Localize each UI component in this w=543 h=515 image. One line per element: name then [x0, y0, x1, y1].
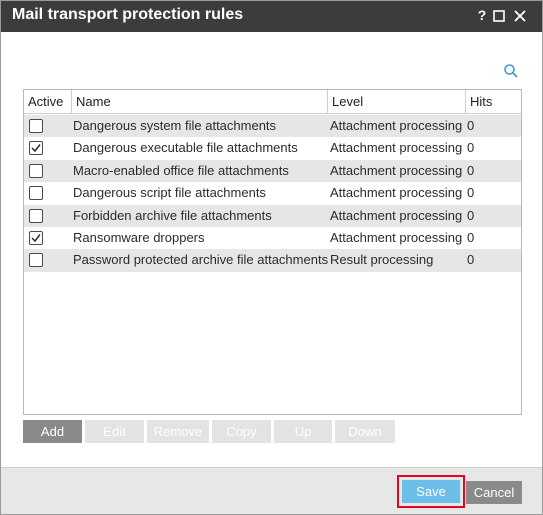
- help-icon[interactable]: ?: [474, 7, 490, 25]
- cancel-button[interactable]: Cancel: [466, 481, 522, 504]
- rule-hits: 0: [467, 140, 475, 156]
- rule-level: Result processing: [330, 252, 434, 268]
- rule-name: Dangerous system file attachments: [73, 118, 277, 133]
- table-row[interactable]: Forbidden archive file attachments Attac…: [24, 204, 521, 227]
- save-button[interactable]: Save: [402, 480, 460, 503]
- rule-level: Attachment processing: [330, 185, 463, 201]
- rule-level: Attachment processing: [330, 118, 463, 133]
- save-highlight-box: Save: [397, 475, 465, 508]
- edit-button[interactable]: Edit: [85, 420, 144, 443]
- down-button[interactable]: Down: [335, 420, 395, 443]
- rule-level: Attachment processing: [330, 140, 463, 156]
- table-row[interactable]: Dangerous executable file attachments At…: [24, 137, 521, 159]
- mail-transport-rules-dialog: Mail transport protection rules ? Active…: [0, 0, 543, 515]
- rule-name: Password protected archive file attachme…: [73, 252, 328, 268]
- rule-name: Macro-enabled office file attachments: [73, 162, 289, 178]
- rule-level: Attachment processing: [330, 207, 463, 223]
- active-checkbox[interactable]: [29, 119, 43, 133]
- table-header: Active Name Level Hits: [24, 90, 521, 114]
- active-checkbox[interactable]: [29, 253, 43, 268]
- rule-level: Attachment processing: [330, 162, 463, 178]
- active-checkbox[interactable]: [29, 163, 43, 178]
- active-checkbox[interactable]: [29, 186, 43, 201]
- maximize-icon[interactable]: [492, 7, 508, 25]
- dialog-footer: Save Cancel: [1, 467, 542, 514]
- rule-name: Ransomware droppers: [73, 229, 205, 245]
- table-row[interactable]: Dangerous system file attachments Attach…: [24, 115, 521, 138]
- table-row[interactable]: Dangerous script file attachments Attach…: [24, 182, 521, 204]
- column-header-name[interactable]: Name: [72, 90, 328, 114]
- rule-hits: 0: [467, 185, 475, 201]
- rule-name: Dangerous executable file attachments: [73, 140, 298, 156]
- table-row[interactable]: Password protected archive file attachme…: [24, 249, 521, 272]
- remove-button[interactable]: Remove: [147, 420, 209, 443]
- rule-name: Forbidden archive file attachments: [73, 207, 272, 223]
- search-icon[interactable]: [503, 63, 519, 79]
- rule-hits: 0: [467, 118, 475, 133]
- table-row[interactable]: Macro-enabled office file attachments At…: [24, 159, 521, 183]
- rules-table: Active Name Level Hits Dangerous system …: [23, 89, 522, 415]
- copy-button[interactable]: Copy: [212, 420, 271, 443]
- active-checkbox[interactable]: [29, 141, 43, 156]
- active-checkbox[interactable]: [29, 208, 43, 223]
- table-row[interactable]: Ransomware droppers Attachment processin…: [24, 227, 521, 249]
- rule-name: Dangerous script file attachments: [73, 185, 266, 201]
- add-button[interactable]: Add: [23, 420, 82, 443]
- column-header-hits[interactable]: Hits: [466, 90, 521, 114]
- dialog-title: Mail transport protection rules: [12, 6, 244, 23]
- rule-hits: 0: [467, 229, 475, 245]
- table-body: Dangerous system file attachments Attach…: [24, 115, 521, 272]
- rule-level: Attachment processing: [330, 229, 463, 245]
- column-header-active[interactable]: Active: [24, 90, 72, 114]
- title-bar: Mail transport protection rules ?: [1, 1, 542, 32]
- rule-hits: 0: [467, 162, 475, 178]
- rule-hits: 0: [467, 252, 475, 268]
- close-icon[interactable]: [513, 7, 529, 25]
- column-header-level[interactable]: Level: [328, 90, 466, 114]
- active-checkbox[interactable]: [29, 230, 43, 245]
- up-button[interactable]: Up: [274, 420, 332, 443]
- rule-hits: 0: [467, 207, 475, 223]
